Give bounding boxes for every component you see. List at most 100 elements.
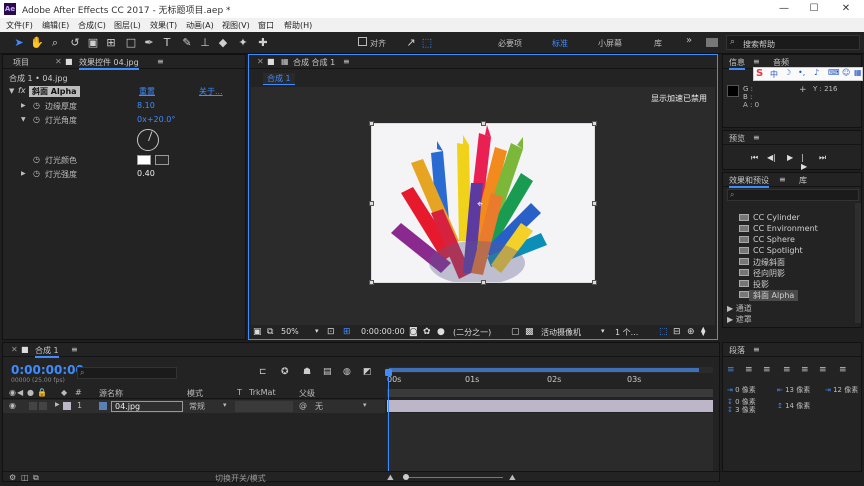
eyedropper-icon[interactable] [155,155,169,165]
zoom-slider[interactable] [403,477,503,478]
expand-switches-icon[interactable]: ⧉ [33,473,39,483]
work-area-range[interactable] [389,368,699,372]
solo-box[interactable] [29,402,37,410]
rectangle-tool-icon[interactable]: □ [124,36,138,50]
menu-file[interactable]: 文件(F) [6,20,33,31]
collapse-arrow-icon[interactable]: ▼ [9,87,14,95]
effect-bevel-alpha[interactable]: 斜面 Alpha [739,290,799,301]
current-time-indicator[interactable] [388,371,389,471]
effects-scrollbar[interactable] [855,203,861,323]
expand-arrow-icon[interactable]: ▶ [21,102,26,109]
indent-right[interactable]: ⇤ 13 像素 [777,385,810,395]
layer-name-field[interactable]: 04.jpg [111,401,183,412]
col-track-t[interactable]: T [237,388,242,397]
pen-tool-icon[interactable]: ✒ [142,36,156,50]
timeline-timecode[interactable]: 0:00:00:00 [11,363,84,377]
close-button[interactable]: ✕ [832,2,860,16]
menu-edit[interactable]: 编辑(E) [42,20,69,31]
transform-handle[interactable] [481,121,486,126]
comp-mini-flowchart-icon[interactable]: ⊏ [259,367,267,377]
panel-menu-icon[interactable]: ≡ [157,57,164,66]
align-center-icon[interactable]: ≡ [745,365,753,375]
col-trkmat[interactable]: TrkMat [249,388,276,397]
camera-tool-icon[interactable]: ▣ [86,36,100,50]
search-help-field[interactable]: ⌕ 搜索帮助 [726,35,860,50]
stopwatch-icon[interactable]: ◷ [33,155,40,164]
eraser-tool-icon[interactable]: ◆ [216,36,230,50]
tab-paragraph[interactable]: 段落 [729,345,745,356]
layer-duration-bar[interactable] [387,400,713,412]
mode-dropdown[interactable]: 常规 [189,401,205,412]
views-dropdown[interactable]: 1 个... [615,327,638,338]
roi-icon[interactable]: ▢ [511,327,520,337]
justify-center-icon[interactable]: ≡ [801,365,809,375]
stopwatch-icon[interactable]: ◷ [33,101,40,110]
sync-settings-icon[interactable] [706,38,718,47]
pan-behind-tool-icon[interactable]: ⊞ [104,36,118,50]
solo-toggle-icon[interactable]: ● [27,388,34,397]
resolution-dropdown[interactable]: (二分之一) [453,327,491,338]
stopwatch-icon[interactable]: ◷ [33,169,40,178]
col-source-name[interactable]: 源名称 [99,388,123,399]
panel-menu-icon[interactable]: ≡ [71,345,78,354]
mic-icon[interactable]: ♪ [814,68,819,77]
menu-help[interactable]: 帮助(H) [284,20,312,31]
prev-frame-icon[interactable]: ◀| [767,153,776,162]
about-link[interactable]: 关于... [199,86,223,97]
transform-handle[interactable] [369,280,374,285]
ime-toolbar[interactable]: S 中 ☽ •, ♪ ⌨ ☺ ▦ [753,67,863,81]
clone-stamp-tool-icon[interactable]: ⊥ [198,36,212,50]
reset-link[interactable]: 重置 [139,86,155,97]
work-area-bar[interactable] [387,367,713,373]
justify-all-icon[interactable]: ≡ [839,365,847,375]
tab-info[interactable]: 信息 [729,57,745,70]
toggle-switches-modes[interactable]: 切换开关/模式 [215,473,266,484]
timeline-icon[interactable]: ⊟ [673,327,681,337]
viewer-canvas[interactable]: 显示加速已禁用 ⌖ [251,87,715,325]
time-ruler[interactable]: 00s 01s 02s 03s [387,375,713,387]
draft-3d-icon[interactable]: ✪ [281,367,289,377]
reset-exposure-icon[interactable]: ⧫ [701,327,705,337]
space-after[interactable]: ↥ 14 像素 [777,401,810,411]
video-toggle-icon[interactable]: ◉ [9,388,16,397]
menu-composition[interactable]: 合成(C) [78,20,106,31]
camera-dropdown[interactable]: 活动摄像机 [541,327,581,338]
menu-effect[interactable]: 效果(T) [150,20,177,31]
layer-row[interactable]: ◉ ▶ 1 04.jpg 常规 ▾ @ 无 ▾ [3,400,385,413]
rotate-tool-icon[interactable]: ↺ [68,36,82,50]
tab-composition[interactable]: 合成 合成 1 [293,57,335,68]
align-left-icon[interactable]: ≡ [727,365,735,375]
menu-window[interactable]: 窗口 [258,20,274,31]
effect-cc-environment[interactable]: CC Environment [739,224,818,233]
workspace-small-screen[interactable]: 小屏幕 [598,38,622,49]
zoom-tool-icon[interactable]: ⌕ [48,36,62,50]
expand-arrow-icon[interactable]: ▶ [21,170,26,177]
effect-cc-sphere[interactable]: CC Sphere [739,235,795,244]
label-column-icon[interactable]: ◆ [61,388,67,397]
color-swatch[interactable] [137,155,151,165]
tab-lock-icon[interactable]: ■ [267,57,275,66]
comp-subtab[interactable]: 合成 1 [263,73,295,85]
tab-effects-presets[interactable]: 效果和预设 [729,175,769,188]
fit-icon[interactable]: ⊡ [327,327,335,337]
lock-toggle-icon[interactable]: 🔒 [37,388,47,397]
skin-icon[interactable]: ▦ [854,68,862,77]
space-before-2[interactable]: ↧ 3 像素 [727,405,756,415]
panel-menu-icon[interactable]: ≡ [753,133,760,142]
zoom-slider-knob[interactable] [403,474,409,480]
minimize-button[interactable]: — [770,2,798,16]
fx-toggle[interactable]: fx [18,86,26,95]
user-icon[interactable]: ☺ [842,68,850,77]
tab-lock-icon[interactable]: ■ [65,57,73,66]
tab-close-icon[interactable]: ✕ [11,345,18,354]
workspace-essentials[interactable]: 必要项 [498,38,522,49]
brush-tool-icon[interactable]: ✎ [180,36,194,50]
motion-blur-icon[interactable]: ◍ [343,367,351,377]
moon-icon[interactable]: ☽ [784,68,791,77]
transform-handle[interactable] [592,201,597,206]
tab-preview[interactable]: 预览 [729,133,745,144]
effect-radial-shadow[interactable]: 径向阴影 [739,268,785,279]
col-parent[interactable]: 父级 [299,388,315,399]
tab-close-icon[interactable]: ✕ [55,57,62,66]
expand-arrow-icon[interactable]: ▼ [21,116,26,123]
